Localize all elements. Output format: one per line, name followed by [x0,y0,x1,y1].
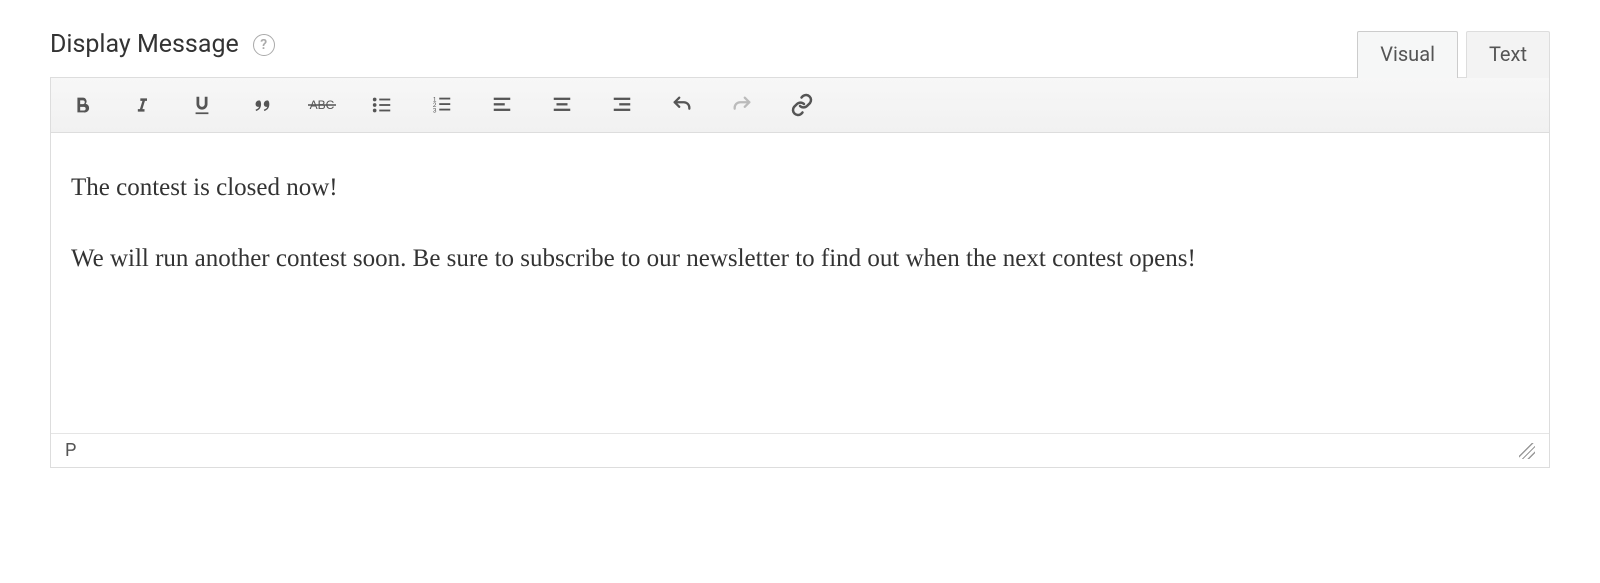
undo-icon [669,94,695,116]
content-paragraph[interactable]: We will run another contest soon. Be sur… [71,240,1529,279]
blockquote-button[interactable] [245,88,279,122]
tab-text[interactable]: Text [1466,31,1550,78]
underline-icon [191,93,213,117]
content-paragraph[interactable]: The contest is closed now! [71,169,1529,208]
quote-icon [249,94,275,116]
align-right-icon [610,94,634,116]
toolbar: ABC 123 [51,78,1549,133]
redo-button[interactable] [725,88,759,122]
italic-icon [132,94,152,116]
bold-icon [71,94,93,116]
help-icon[interactable]: ? [253,34,275,56]
bullet-list-button[interactable] [365,88,399,122]
strikethrough-icon: ABC [307,95,337,115]
element-path[interactable]: P [65,440,76,461]
strikethrough-button[interactable]: ABC [305,88,339,122]
link-icon [789,93,815,117]
link-button[interactable] [785,88,819,122]
svg-text:3: 3 [433,107,437,114]
editor-tabs: Visual Text [1357,30,1550,77]
field-label: Display Message [50,30,239,59]
numbered-list-icon: 123 [430,94,454,116]
align-left-button[interactable] [485,88,519,122]
resize-handle[interactable] [1519,443,1535,459]
bullet-list-icon [370,94,394,116]
editor-content[interactable]: The contest is closed now! We will run a… [51,133,1549,433]
editor: ABC 123 The contest is closed now! W [50,77,1550,468]
italic-button[interactable] [125,88,159,122]
numbered-list-button[interactable]: 123 [425,88,459,122]
status-bar: P [51,433,1549,467]
undo-button[interactable] [665,88,699,122]
underline-button[interactable] [185,88,219,122]
align-center-button[interactable] [545,88,579,122]
align-left-icon [490,94,514,116]
align-right-button[interactable] [605,88,639,122]
redo-icon [729,94,755,116]
tab-visual[interactable]: Visual [1357,31,1458,78]
bold-button[interactable] [65,88,99,122]
align-center-icon [550,94,574,116]
